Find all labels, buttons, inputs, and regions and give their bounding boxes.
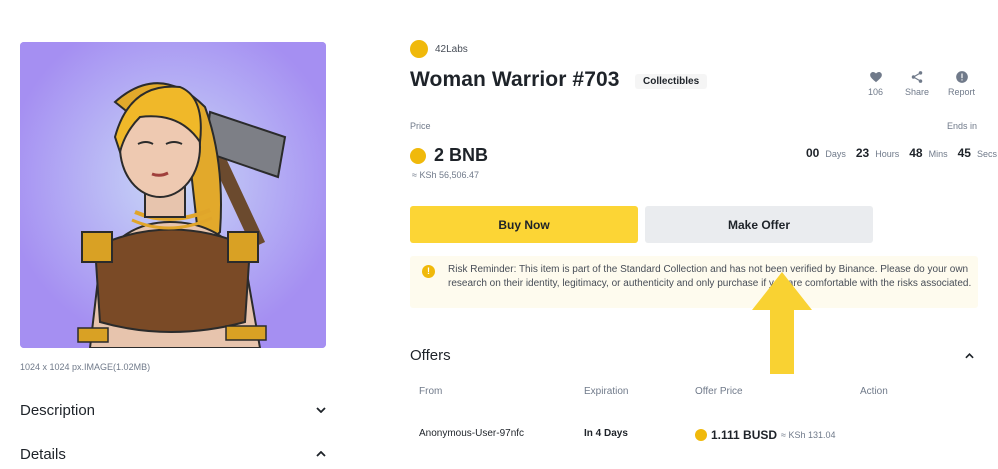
details-accordion[interactable]: Details [20, 442, 326, 466]
countdown-secs: 45 [957, 146, 971, 160]
make-offer-button[interactable]: Make Offer [645, 206, 873, 243]
description-accordion[interactable]: Description [20, 398, 326, 422]
like-button[interactable]: 106 [868, 70, 883, 97]
share-icon [911, 71, 923, 83]
creator-name: 42Labs [435, 43, 468, 55]
buy-now-button[interactable]: Buy Now [410, 206, 638, 243]
collection-tag[interactable]: Collectibles [635, 74, 708, 89]
column-header-expiration: Expiration [584, 386, 629, 397]
countdown-mins: 48 [909, 146, 923, 160]
share-button[interactable]: Share [905, 70, 929, 97]
report-button[interactable]: Report [948, 70, 975, 97]
offer-price: 1.111 BUSD ≈ KSh 131.04 [695, 428, 836, 442]
share-label: Share [905, 87, 930, 97]
countdown-days-unit: Days [825, 149, 846, 159]
offer-amount: 1.111 BUSD [711, 428, 778, 442]
nft-image[interactable] [20, 42, 326, 348]
countdown: 00 Days 23 Hours 48 Mins 45 Secs [806, 146, 998, 160]
creator[interactable]: 42Labs [410, 40, 468, 58]
column-header-offer-price: Offer Price [695, 386, 743, 397]
price-label: Price [410, 121, 431, 131]
ends-in-label: Ends in [947, 121, 978, 131]
report-label: Report [948, 87, 976, 97]
chevron-up-icon [965, 353, 974, 359]
chevron-up-icon [316, 449, 326, 460]
nft-title: Woman Warrior #703 [410, 68, 620, 91]
column-header-action: Action [860, 386, 888, 397]
report-icon [955, 71, 968, 83]
price: 2 BNB [410, 145, 488, 166]
countdown-mins-unit: Mins [928, 149, 948, 159]
chevron-down-icon [316, 405, 326, 416]
offer-expiration: In 4 Days [584, 428, 628, 439]
countdown-hours-unit: Hours [875, 149, 900, 159]
offer-fiat: ≈ KSh 131.04 [781, 430, 836, 440]
price-value: 2 BNB [434, 145, 489, 165]
column-header-from: From [419, 386, 443, 397]
offers-title: Offers [410, 347, 451, 364]
offers-collapse-button[interactable] [965, 351, 974, 361]
description-label: Description [20, 401, 96, 419]
countdown-days: 00 [806, 146, 820, 160]
like-count: 106 [868, 87, 884, 97]
heart-icon [869, 72, 882, 83]
creator-avatar [410, 40, 428, 58]
details-label: Details [20, 445, 66, 463]
risk-reminder: ! Risk Reminder: This item is part of th… [410, 256, 978, 308]
bnb-coin-icon [410, 147, 426, 164]
image-meta: 1024 x 1024 px.IMAGE(1.02MB) [20, 362, 151, 372]
warning-icon: ! [422, 265, 435, 278]
annotation-arrow [752, 272, 812, 374]
offer-from[interactable]: Anonymous-User-97nfc [419, 428, 524, 439]
risk-text: Risk Reminder: This item is part of the … [448, 264, 972, 289]
countdown-secs-unit: Secs [976, 149, 997, 159]
price-fiat: ≈ KSh 56,506.47 [412, 170, 479, 180]
busd-coin-icon [695, 429, 707, 441]
countdown-hours: 23 [855, 146, 870, 160]
